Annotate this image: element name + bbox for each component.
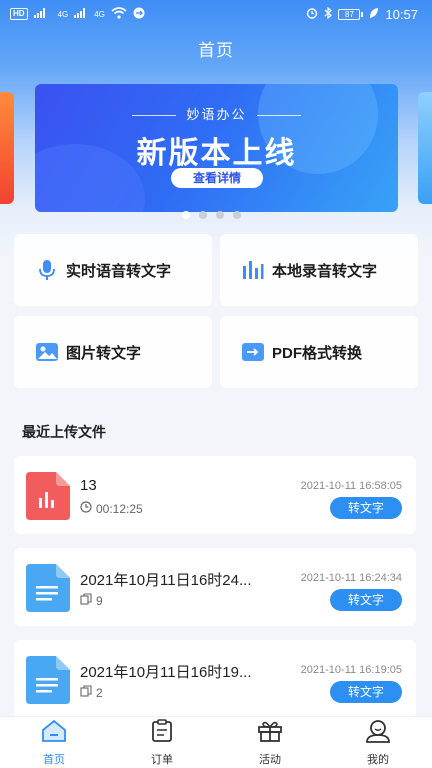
home-icon bbox=[41, 719, 67, 748]
battery-level: 87 bbox=[338, 8, 361, 20]
carousel-dot[interactable] bbox=[216, 211, 224, 219]
clock-time: 10:57 bbox=[385, 6, 418, 22]
tab-home[interactable]: 首页 bbox=[24, 719, 84, 767]
file-date: 2021-10-11 16:19:05 bbox=[300, 664, 402, 676]
bluetooth-icon bbox=[324, 6, 333, 22]
tab-label: 订单 bbox=[151, 753, 173, 766]
pages-icon bbox=[80, 593, 92, 608]
feature-label: 实时语音转文字 bbox=[66, 262, 172, 280]
file-name: 2021年10月11日16时19... bbox=[80, 664, 252, 681]
feature-label: PDF格式转换 bbox=[272, 344, 363, 362]
tab-profile[interactable]: 我的 bbox=[348, 719, 408, 767]
file-name: 2021年10月11日16时24... bbox=[80, 572, 252, 589]
feature-label: 图片转文字 bbox=[66, 344, 142, 362]
banner-prev-peek[interactable] bbox=[0, 92, 14, 204]
clock-icon bbox=[80, 501, 92, 516]
pdf-convert-icon bbox=[242, 341, 264, 363]
file-card[interactable]: 13 00:12:25 2021-10-11 16:58:05 转文字 bbox=[14, 456, 416, 534]
tab-label: 活动 bbox=[259, 753, 281, 766]
file-page-count: 2 bbox=[96, 685, 103, 700]
banner-details-button[interactable]: 查看详情 bbox=[171, 168, 263, 188]
image-icon bbox=[36, 341, 58, 363]
recent-files-title: 最近上传文件 bbox=[22, 424, 106, 440]
file-meta: 00:12:25 bbox=[80, 501, 143, 516]
signal-icon bbox=[33, 7, 52, 21]
tab-label: 我的 bbox=[367, 753, 389, 766]
bottom-tab-bar: 首页 订单 活动 我的 bbox=[0, 716, 432, 768]
doc-file-icon bbox=[26, 564, 70, 612]
banner-headline: 新版本上线 bbox=[136, 137, 297, 170]
convert-to-text-button[interactable]: 转文字 bbox=[330, 681, 402, 703]
file-date: 2021-10-11 16:24:34 bbox=[300, 572, 402, 584]
page-title: 首页 bbox=[198, 41, 234, 60]
tab-activity[interactable]: 活动 bbox=[240, 719, 300, 767]
pages-icon bbox=[80, 685, 92, 700]
feature-pdf-convert[interactable]: PDF格式转换 bbox=[220, 316, 418, 388]
feature-local-recording[interactable]: 本地录音转文字 bbox=[220, 234, 418, 306]
feature-label: 本地录音转文字 bbox=[272, 262, 378, 280]
tab-orders[interactable]: 订单 bbox=[132, 718, 192, 767]
file-duration: 00:12:25 bbox=[96, 501, 143, 516]
doc-file-icon bbox=[26, 656, 70, 704]
convert-to-text-button[interactable]: 转文字 bbox=[330, 589, 402, 611]
carousel-indicator bbox=[182, 211, 241, 219]
file-card[interactable]: 2021年10月11日16时19... 2 2021-10-11 16:19:0… bbox=[14, 640, 416, 718]
file-meta: 9 bbox=[80, 593, 103, 608]
file-date: 2021-10-11 16:58:05 bbox=[300, 480, 402, 492]
convert-to-text-button[interactable]: 转文字 bbox=[330, 497, 402, 519]
tab-label: 首页 bbox=[43, 753, 65, 766]
network-label-1: 4G bbox=[57, 9, 69, 19]
profile-icon bbox=[365, 719, 391, 748]
feature-realtime-voice[interactable]: 实时语音转文字 bbox=[14, 234, 212, 306]
banner-next-peek[interactable] bbox=[418, 92, 432, 204]
carousel-dot[interactable] bbox=[182, 211, 190, 219]
order-icon bbox=[150, 718, 174, 748]
hd-badge: HD bbox=[10, 8, 28, 20]
file-page-count: 9 bbox=[96, 593, 103, 608]
gift-icon bbox=[257, 719, 283, 748]
carousel-dot[interactable] bbox=[199, 211, 207, 219]
file-meta: 2 bbox=[80, 685, 103, 700]
status-bar: HD 4G 4G 87 10:57 bbox=[0, 0, 432, 28]
feature-image-to-text[interactable]: 图片转文字 bbox=[14, 316, 212, 388]
battery-icon: 87 bbox=[338, 8, 364, 20]
leaf-icon bbox=[369, 7, 379, 22]
file-name: 13 bbox=[80, 477, 97, 494]
audio-file-icon bbox=[26, 472, 70, 520]
network-label-2: 4G bbox=[94, 9, 105, 19]
carousel-dot[interactable] bbox=[233, 211, 241, 219]
signal-icon-2 bbox=[74, 7, 88, 21]
data-saver-icon bbox=[133, 7, 145, 22]
banner-subtitle: 妙语办公 bbox=[35, 104, 398, 123]
promo-banner[interactable]: 妙语办公 新版本上线 查看详情 bbox=[35, 84, 398, 212]
file-card[interactable]: 2021年10月11日16时24... 9 2021-10-11 16:24:3… bbox=[14, 548, 416, 626]
microphone-icon bbox=[36, 259, 58, 281]
alarm-icon bbox=[306, 7, 318, 22]
audio-bars-icon bbox=[242, 259, 264, 281]
wifi-icon bbox=[111, 6, 127, 22]
